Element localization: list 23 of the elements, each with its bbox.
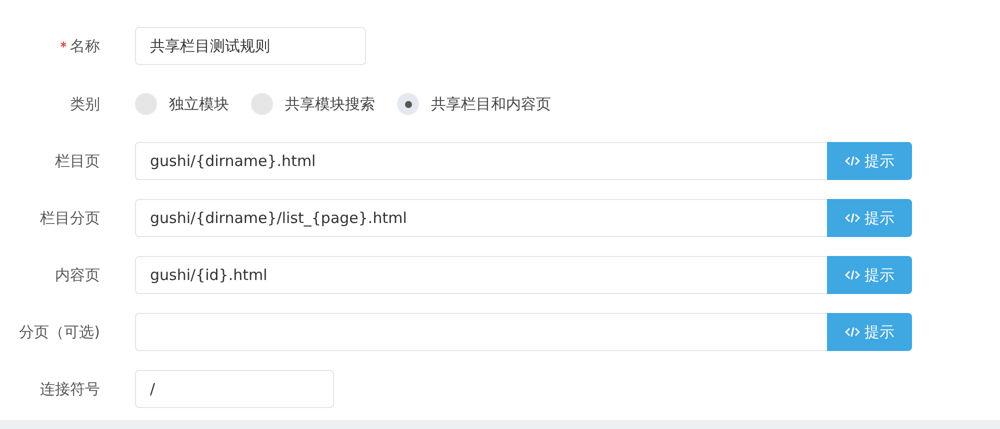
radio-icon[interactable]: [251, 93, 273, 115]
code-icon: [844, 269, 860, 281]
url-input[interactable]: gushi/{dirname}.html: [135, 142, 827, 180]
field-label: 名称: [70, 36, 100, 56]
radio-option[interactable]: 共享栏目和内容页: [397, 93, 551, 115]
url-input[interactable]: [135, 313, 827, 351]
radio-option[interactable]: 共享模块搜索: [251, 93, 375, 115]
url-input[interactable]: gushi/{dirname}/list_{page}.html: [135, 199, 827, 237]
separator-input[interactable]: /: [135, 370, 334, 408]
url-input[interactable]: gushi/{id}.html: [135, 256, 827, 294]
name-input[interactable]: 共享栏目测试规则: [135, 27, 366, 65]
radio-icon[interactable]: [135, 93, 157, 115]
field-label: 内容页: [55, 266, 100, 284]
field-label: 连接符号: [40, 380, 100, 398]
code-icon: [844, 326, 860, 338]
radio-icon[interactable]: [397, 93, 419, 115]
code-icon: [844, 212, 860, 224]
radio-option[interactable]: 独立模块: [135, 93, 229, 115]
field-label: 栏目页: [55, 152, 100, 170]
field-label: 分页（可选): [19, 322, 100, 342]
field-label: 栏目分页: [40, 208, 100, 228]
field-label: 类别: [70, 94, 100, 114]
code-icon: [844, 155, 860, 167]
